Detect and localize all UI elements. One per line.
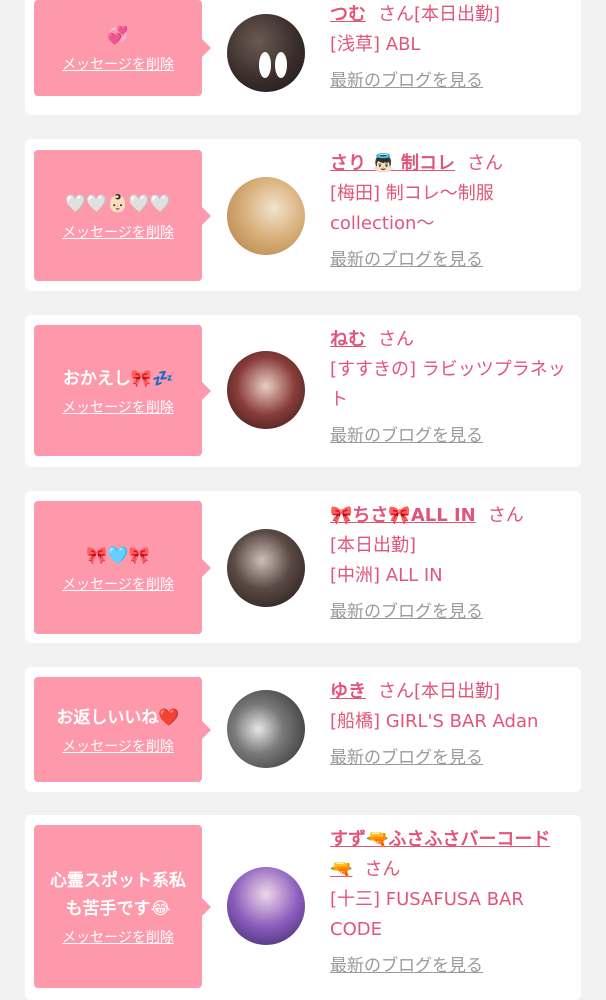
avatar[interactable] — [227, 529, 305, 607]
message-text: 💞 — [107, 26, 129, 46]
avatar[interactable] — [227, 351, 305, 429]
cast-name-link[interactable]: ねむ — [330, 329, 366, 350]
store-name: [船橋] GIRL'S BAR Adan — [330, 711, 539, 732]
message-card: 心霊スポット系私も苦手です😂 メッセージを削除 すず🔫ふさふさバーコード🔫 さん … — [25, 815, 581, 1000]
message-text: おかえし🎀💤 — [62, 368, 174, 389]
honorific: さん — [378, 681, 414, 702]
store-name: [浅草] ABL — [330, 34, 421, 55]
store-name: [すすきの] ラビッツプラネット — [330, 359, 566, 410]
latest-blog-link[interactable]: 最新のブログを見る — [330, 245, 483, 270]
message-bubble: お返しいいね❤️ メッセージを削除 — [34, 677, 211, 782]
honorific: さん — [378, 329, 414, 350]
avatar[interactable] — [227, 690, 305, 768]
message-bubble: 心霊スポット系私も苦手です😂 メッセージを削除 — [34, 825, 211, 988]
message-card: 🤍🤍👶🏻🤍🤍 メッセージを削除 さり 👼🏻 制コレ さん [梅田] 制コレ〜制服c… — [25, 139, 581, 291]
cast-info: ゆき さん[本日出勤] [船橋] GIRL'S BAR Adan 最新のブログを見… — [330, 677, 570, 768]
work-status: [本日出勤] — [414, 4, 501, 25]
delete-message-link[interactable]: メッセージを削除 — [62, 224, 174, 242]
message-card: 💞 メッセージを削除 つむ さん[本日出勤] [浅草] ABL 最新のブログを見る — [25, 0, 581, 115]
delete-message-link[interactable]: メッセージを削除 — [62, 399, 174, 417]
latest-blog-link[interactable]: 最新のブログを見る — [330, 66, 483, 91]
message-text: 🤍🤍👶🏻🤍🤍 — [65, 193, 171, 214]
honorific: さん — [466, 153, 503, 174]
delete-message-link[interactable]: メッセージを削除 — [62, 929, 174, 947]
message-bubble: 🎀🩵🎀 メッセージを削除 — [34, 501, 211, 634]
message-card: おかえし🎀💤 メッセージを削除 ねむ さん [すすきの] ラビッツプラネット 最新… — [25, 315, 581, 467]
bunny-ears-icon — [259, 52, 271, 78]
cast-name-link[interactable]: 🎀ちさ🎀ALL IN — [330, 505, 476, 526]
work-status: [本日出勤] — [414, 681, 501, 702]
avatar[interactable] — [227, 177, 305, 255]
work-status: [本日出勤] — [330, 535, 417, 556]
delete-message-link[interactable]: メッセージを削除 — [62, 56, 174, 74]
cast-name-link[interactable]: さり 👼🏻 制コレ — [330, 153, 455, 174]
cast-name-link[interactable]: ゆき — [330, 681, 366, 702]
cast-info: つむ さん[本日出勤] [浅草] ABL 最新のブログを見る — [330, 0, 570, 91]
cast-info: 🎀ちさ🎀ALL IN さん [本日出勤] [中洲] ALL IN 最新のブログを見… — [330, 501, 570, 622]
avatar[interactable] — [227, 867, 305, 945]
name-line: すず🔫ふさふさバーコード🔫 さん — [330, 825, 570, 885]
honorific: さん — [487, 505, 524, 526]
latest-blog-link[interactable]: 最新のブログを見る — [330, 597, 483, 622]
name-line: 🎀ちさ🎀ALL IN さん — [330, 501, 570, 531]
message-card: 🎀🩵🎀 メッセージを削除 🎀ちさ🎀ALL IN さん [本日出勤] [中洲] AL… — [25, 491, 581, 643]
latest-blog-link[interactable]: 最新のブログを見る — [330, 743, 483, 768]
honorific: さん — [364, 859, 401, 880]
store-name: [中洲] ALL IN — [330, 565, 443, 586]
message-text: お返しいいね❤️ — [56, 707, 180, 728]
message-bubble: 🤍🤍👶🏻🤍🤍 メッセージを削除 — [34, 150, 211, 281]
cast-info: さり 👼🏻 制コレ さん [梅田] 制コレ〜制服collection〜 最新のブロ… — [330, 149, 570, 270]
latest-blog-link[interactable]: 最新のブログを見る — [330, 421, 483, 446]
cast-info: すず🔫ふさふさバーコード🔫 さん [十三] FUSAFUSA BAR CODE 最… — [330, 825, 570, 976]
message-bubble: おかえし🎀💤 メッセージを削除 — [34, 325, 211, 456]
store-name: [梅田] 制コレ〜制服collection〜 — [330, 183, 494, 234]
latest-blog-link[interactable]: 最新のブログを見る — [330, 951, 483, 976]
message-card: お返しいいね❤️ メッセージを削除 ゆき さん[本日出勤] [船橋] GIRL'S… — [25, 667, 581, 792]
store-name: [十三] FUSAFUSA BAR CODE — [330, 889, 524, 940]
delete-message-link[interactable]: メッセージを削除 — [62, 576, 174, 594]
message-text: 心霊スポット系私も苦手です😂 — [50, 870, 186, 919]
name-line: ねむ さん — [330, 325, 570, 355]
cast-name-link[interactable]: つむ — [330, 4, 366, 25]
message-bubble: 💞 メッセージを削除 — [34, 0, 211, 96]
name-line: つむ さん[本日出勤] — [330, 0, 570, 30]
honorific: さん — [378, 4, 414, 25]
bunny-ears-icon — [275, 52, 287, 78]
avatar[interactable] — [227, 14, 305, 92]
name-line: ゆき さん[本日出勤] — [330, 677, 570, 707]
cast-info: ねむ さん [すすきの] ラビッツプラネット 最新のブログを見る — [330, 325, 570, 446]
name-line: さり 👼🏻 制コレ さん — [330, 149, 570, 179]
delete-message-link[interactable]: メッセージを削除 — [62, 738, 174, 756]
message-text: 🎀🩵🎀 — [86, 545, 150, 566]
